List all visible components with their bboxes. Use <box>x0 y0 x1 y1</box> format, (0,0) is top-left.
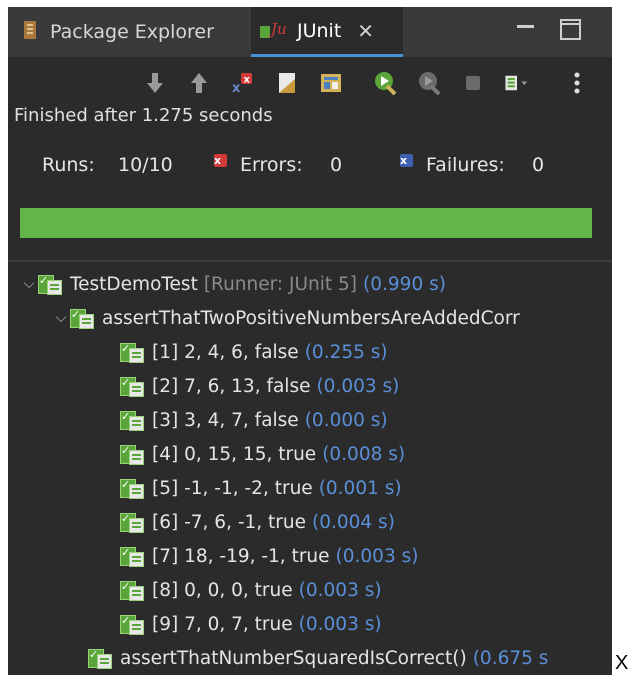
test-case-time: (0.004 s) <box>312 511 395 533</box>
test-pass-icon: ✓ <box>120 476 146 500</box>
progress-fill <box>20 208 592 238</box>
failures-label: Failures: <box>426 154 505 176</box>
rerun-failed-first-icon[interactable] <box>416 70 442 96</box>
test-pass-icon: ✓ <box>88 646 114 670</box>
tab-junit-label: JUnit <box>297 19 342 42</box>
test-pass-icon: ✓ <box>120 442 146 466</box>
stop-icon[interactable] <box>460 70 486 96</box>
tree-method-label: assertThatTwoPositiveNumbersAreAddedCorr <box>102 307 520 329</box>
rerun-test-icon[interactable] <box>372 70 398 96</box>
stray-x-text: X <box>615 652 629 674</box>
test-run-history-icon[interactable] <box>318 70 344 96</box>
tree-root-runner: [Runner: JUnit 5] <box>203 273 358 295</box>
divider <box>8 260 612 262</box>
svg-text:x: x <box>232 81 241 95</box>
minimize-icon[interactable] <box>516 19 536 39</box>
runs-value: 10/10 <box>118 154 173 176</box>
test-case-time: (0.003 s) <box>316 375 400 397</box>
tree-method2-label: assertThatNumberSquaredIsCorrect() <box>120 647 467 669</box>
runs-label: Runs: <box>42 154 95 176</box>
next-failure-icon[interactable] <box>142 70 168 96</box>
test-case-time: (0.000 s) <box>304 409 388 431</box>
test-case-time: (0.003 s) <box>298 579 382 601</box>
test-case-label: [4] 0, 15, 15, true <box>152 443 317 465</box>
test-pass-icon: ✓ <box>120 374 146 398</box>
test-case-label: [5] -1, -1, -2, true <box>152 477 313 499</box>
test-case-label: [3] 3, 4, 7, false <box>152 409 299 431</box>
test-case-label: [7] 18, -19, -1, true <box>152 545 330 567</box>
chevron-down-icon[interactable]: ⌵ <box>52 310 70 326</box>
view-menu-icon[interactable] <box>504 70 530 96</box>
test-suite-icon: ✓ <box>38 272 64 296</box>
svg-text:Ju: Ju <box>268 20 287 38</box>
tab-bar: Package Explorer Ju JUnit ✕ <box>8 7 612 57</box>
progress-bar <box>20 208 592 238</box>
test-case-label: [2] 7, 6, 13, false <box>152 375 311 397</box>
test-pass-icon: ✓ <box>120 340 146 364</box>
close-icon[interactable]: ✕ <box>357 19 374 43</box>
test-case-row[interactable]: ✓ [3] 3, 4, 7, false (0.000 s) <box>120 403 388 437</box>
test-case-label: [8] 0, 0, 0, true <box>152 579 293 601</box>
test-case-row[interactable]: ✓ [7] 18, -19, -1, true (0.003 s) <box>120 539 418 573</box>
test-case-time: (0.008 s) <box>322 443 406 465</box>
previous-failure-icon[interactable] <box>186 70 212 96</box>
test-case-row[interactable]: ✓ [8] 0, 0, 0, true (0.003 s) <box>120 573 382 607</box>
test-pass-icon: ✓ <box>120 578 146 602</box>
test-case-row[interactable]: ✓ [2] 7, 6, 13, false (0.003 s) <box>120 369 399 403</box>
package-explorer-icon <box>22 19 40 46</box>
test-case-row[interactable]: ✓ [4] 0, 15, 15, true (0.008 s) <box>120 437 405 471</box>
test-case-time: (0.001 s) <box>318 477 402 499</box>
svg-text:x: x <box>244 75 251 86</box>
tree-method-squared-correct[interactable]: ✓ assertThatNumberSquaredIsCorrect() (0.… <box>88 641 548 675</box>
test-case-label: [6] -7, 6, -1, true <box>152 511 306 533</box>
tree-method-added-correctly[interactable]: ⌵ ✓ assertThatTwoPositiveNumbersAreAdded… <box>52 301 520 335</box>
tree-root-time: (0.990 s) <box>363 273 446 295</box>
junit-toolbar: x x <box>8 62 612 104</box>
test-pass-icon: ✓ <box>120 612 146 636</box>
test-case-row[interactable]: ✓ [9] 7, 0, 7, true (0.003 s) <box>120 607 382 641</box>
tab-junit[interactable]: Ju JUnit ✕ <box>251 7 403 57</box>
errors-value: 0 <box>330 154 343 176</box>
tab-package-explorer[interactable]: Package Explorer <box>8 7 251 57</box>
failures-value: 0 <box>532 154 545 176</box>
chevron-down-icon[interactable]: ⌵ <box>20 276 38 292</box>
junit-view-panel: Package Explorer Ju JUnit ✕ x x Finished… <box>8 7 612 675</box>
show-failures-only-icon[interactable]: x x <box>230 70 256 96</box>
tree-root-label: TestDemoTest <box>70 273 198 295</box>
test-case-row[interactable]: ✓ [1] 2, 4, 6, false (0.255 s) <box>120 335 388 369</box>
more-options-icon[interactable] <box>564 70 590 96</box>
test-case-row[interactable]: ✓ [5] -1, -1, -2, true (0.001 s) <box>120 471 402 505</box>
test-pass-icon: ✓ <box>120 544 146 568</box>
test-pass-icon: ✓ <box>120 408 146 432</box>
scroll-lock-icon[interactable] <box>274 70 300 96</box>
tree-method2-time: (0.675 s <box>472 647 549 669</box>
tab-package-explorer-label: Package Explorer <box>50 21 214 43</box>
maximize-icon[interactable] <box>560 19 581 40</box>
test-pass-icon: ✓ <box>120 510 146 534</box>
test-case-time: (0.255 s) <box>304 341 388 363</box>
errors-label: Errors: <box>240 154 303 176</box>
test-case-label: [9] 7, 0, 7, true <box>152 613 293 635</box>
test-case-time: (0.003 s) <box>298 613 382 635</box>
test-case-time: (0.003 s) <box>335 545 419 567</box>
tree-root-testdemotest[interactable]: ⌵ ✓ TestDemoTest [Runner: JUnit 5] (0.99… <box>20 267 446 301</box>
test-case-row[interactable]: ✓ [6] -7, 6, -1, true (0.004 s) <box>120 505 395 539</box>
test-counters: Runs: 10/10 x Errors: 0 x Failures: 0 <box>42 154 545 176</box>
junit-icon: Ju <box>259 16 287 45</box>
status-message: Finished after 1.275 seconds <box>14 105 273 126</box>
test-suite-icon: ✓ <box>70 306 96 330</box>
test-case-label: [1] 2, 4, 6, false <box>152 341 299 363</box>
